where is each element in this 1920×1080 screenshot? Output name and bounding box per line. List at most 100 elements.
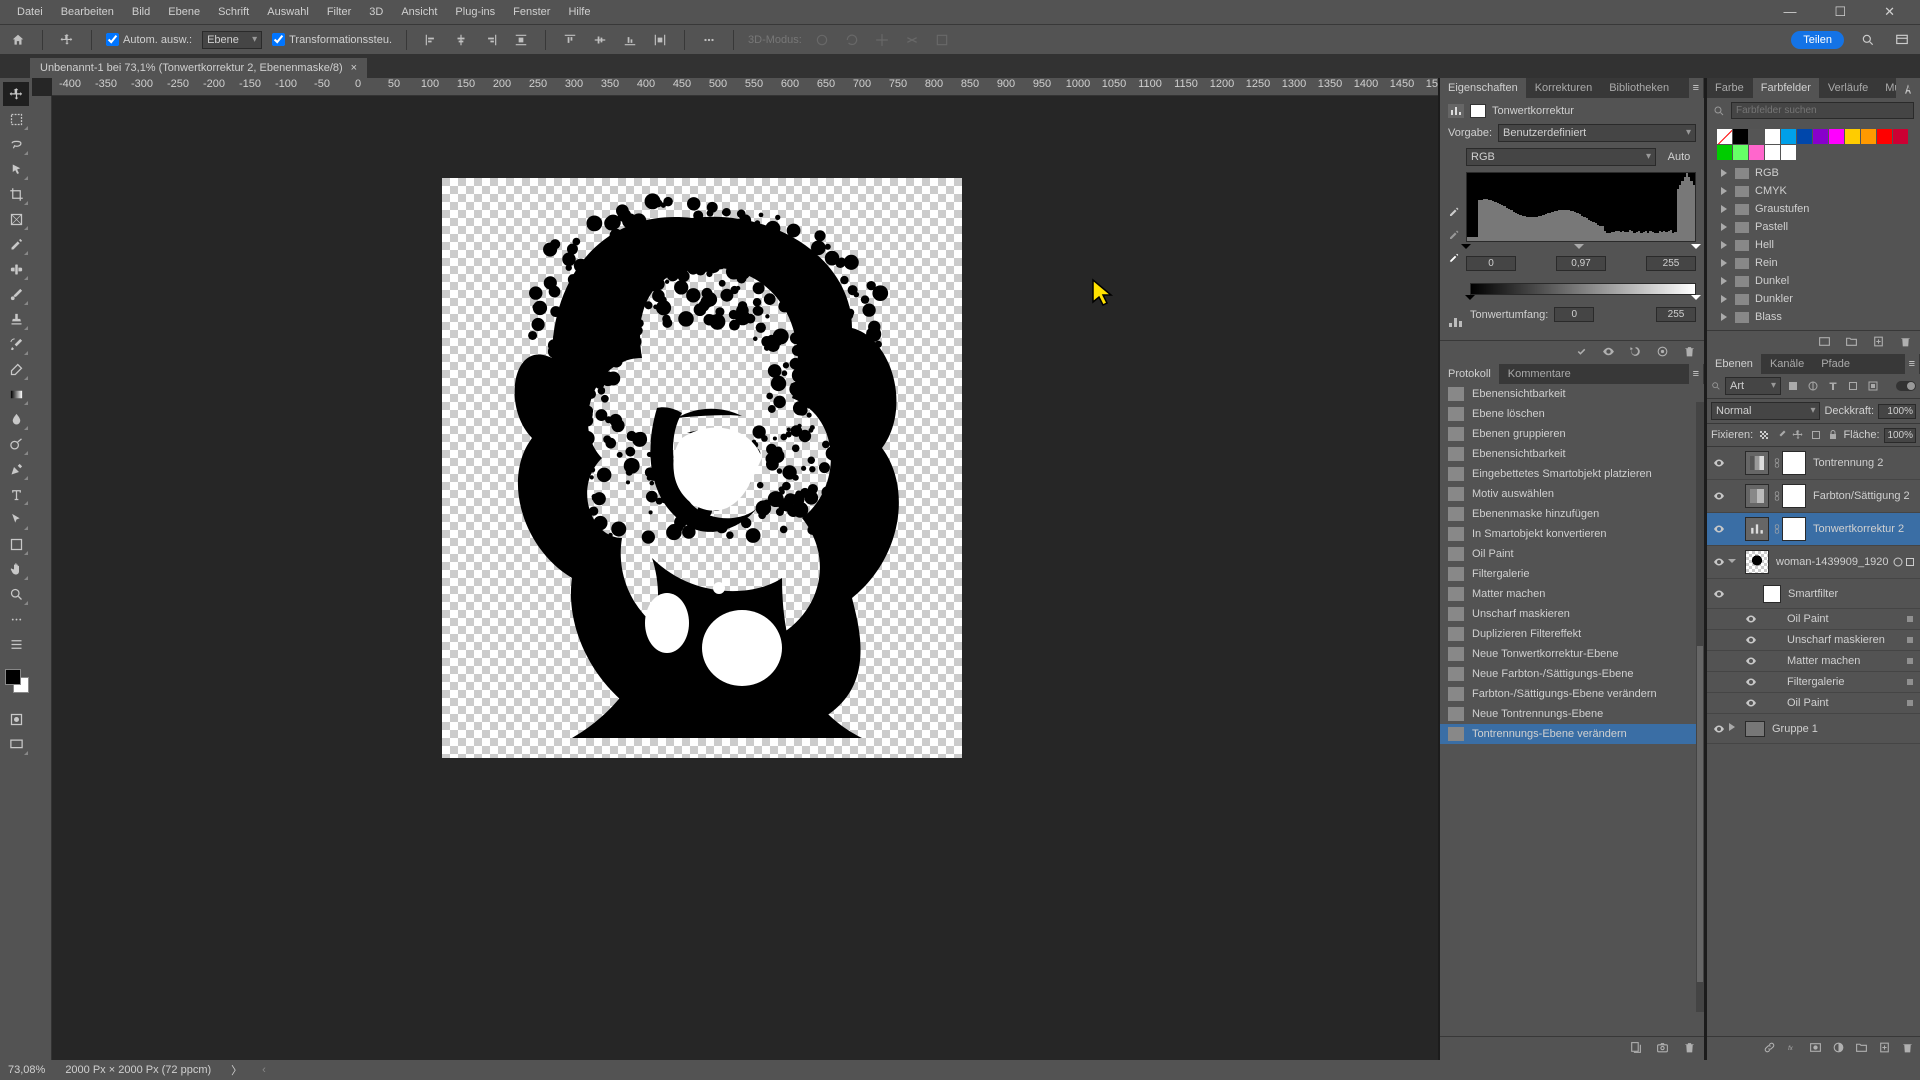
history-item[interactable]: In Smartobjekt konvertieren <box>1440 524 1704 544</box>
lock-transparency-icon[interactable] <box>1757 427 1770 443</box>
delete-state-icon[interactable] <box>1683 1041 1696 1057</box>
quick-select-tool[interactable] <box>3 157 29 181</box>
smartfilter-item[interactable]: Matter machen <box>1707 651 1920 672</box>
swatch[interactable] <box>1781 145 1796 160</box>
filter-adjustment-icon[interactable] <box>1805 378 1821 394</box>
history-item[interactable]: Neue Tonwertkorrektur-Ebene <box>1440 644 1704 664</box>
gradient-tool[interactable] <box>3 382 29 406</box>
tab-bibliotheken[interactable]: Bibliotheken <box>1601 78 1677 98</box>
reset-icon[interactable] <box>1629 345 1642 361</box>
layer-row[interactable]: Gruppe 1 <box>1707 714 1920 744</box>
blur-tool[interactable] <box>3 407 29 431</box>
heal-tool[interactable] <box>3 257 29 281</box>
output-black-slider[interactable] <box>1465 295 1475 305</box>
menu-plugins[interactable]: Plug-ins <box>446 6 504 18</box>
character-panel-icon[interactable] <box>1896 78 1920 100</box>
tab-korrekturen[interactable]: Korrekturen <box>1527 78 1600 98</box>
tab-kanaele[interactable]: Kanäle <box>1762 354 1812 374</box>
marquee-tool[interactable] <box>3 107 29 131</box>
clip-to-layer-icon[interactable] <box>1575 345 1588 361</box>
swatch[interactable] <box>1893 129 1908 144</box>
swatch-folder[interactable]: Hell <box>1713 236 1914 254</box>
tab-protokoll[interactable]: Protokoll <box>1440 364 1499 384</box>
layer-row[interactable]: woman-1439909_1920 <box>1707 546 1920 579</box>
history-brush-tool[interactable] <box>3 332 29 356</box>
workspace-icon[interactable] <box>1892 30 1912 50</box>
menu-filter[interactable]: Filter <box>318 6 360 18</box>
pen-tool[interactable] <box>3 457 29 481</box>
menu-3d[interactable]: 3D <box>360 6 392 18</box>
lock-pixels-icon[interactable] <box>1774 427 1787 443</box>
menu-bild[interactable]: Bild <box>123 6 159 18</box>
tab-farbfelder[interactable]: Farbfelder <box>1753 78 1819 98</box>
align-left-icon[interactable] <box>421 30 441 50</box>
swatch-search-input[interactable] <box>1731 102 1914 119</box>
swatch-folder[interactable]: Graustufen <box>1713 200 1914 218</box>
foreground-background-colors[interactable] <box>3 667 29 693</box>
hand-tool[interactable] <box>3 557 29 581</box>
new-swatch-group-icon[interactable] <box>1845 335 1858 351</box>
delete-adjustment-icon[interactable] <box>1683 345 1696 361</box>
swatch[interactable] <box>1749 145 1764 160</box>
tab-verlaeufe[interactable]: Verläufe <box>1820 78 1876 98</box>
output-sliders[interactable] <box>1470 297 1696 307</box>
mask-thumb-icon[interactable] <box>1470 104 1486 118</box>
link-layers-icon[interactable] <box>1763 1041 1776 1057</box>
menu-hilfe[interactable]: Hilfe <box>559 6 599 18</box>
auto-select-target[interactable]: Ebene <box>202 31 262 49</box>
eraser-tool[interactable] <box>3 357 29 381</box>
filter-pixel-icon[interactable] <box>1785 378 1801 394</box>
history-scrollbar[interactable] <box>1696 402 1704 1012</box>
lock-position-icon[interactable] <box>1792 427 1805 443</box>
new-layer-icon[interactable] <box>1878 1041 1891 1057</box>
smartfilter-item[interactable]: Oil Paint <box>1707 609 1920 630</box>
smartfilter-item[interactable]: Oil Paint <box>1707 693 1920 714</box>
history-item[interactable]: Ebenensichtbarkeit <box>1440 444 1704 464</box>
tab-pfade[interactable]: Pfade <box>1813 354 1858 374</box>
swatch-none[interactable] <box>1717 129 1732 144</box>
swatch-folder[interactable]: Dunkler <box>1713 290 1914 308</box>
shape-tool[interactable] <box>3 532 29 556</box>
history-item[interactable]: Neue Tontrennungs-Ebene <box>1440 704 1704 724</box>
move-tool-icon[interactable] <box>57 30 77 50</box>
history-item[interactable]: Filtergalerie <box>1440 564 1704 584</box>
history-item[interactable]: Matter machen <box>1440 584 1704 604</box>
document-tab[interactable]: Unbenannt-1 bei 73,1% (Tonwertkorrektur … <box>30 58 367 78</box>
menu-bearbeiten[interactable]: Bearbeiten <box>52 6 123 18</box>
move-tool[interactable] <box>3 82 29 106</box>
path-select-tool[interactable] <box>3 507 29 531</box>
filter-smart-icon[interactable] <box>1865 378 1881 394</box>
layer-row[interactable]: Farbton/Sättigung 2 <box>1707 480 1920 513</box>
adjustment-layer-icon[interactable] <box>1832 1041 1845 1057</box>
history-item[interactable]: Oil Paint <box>1440 544 1704 564</box>
more-align-icon[interactable] <box>699 30 719 50</box>
swatch-folder[interactable]: Blass <box>1713 308 1914 326</box>
history-item[interactable]: Ebene löschen <box>1440 404 1704 424</box>
crop-tool[interactable] <box>3 182 29 206</box>
swatch[interactable] <box>1765 129 1780 144</box>
new-document-from-state-icon[interactable] <box>1629 1041 1642 1057</box>
swatch[interactable] <box>1749 129 1764 144</box>
layer-list[interactable]: Tontrennung 2Farbton/Sättigung 2Tonwertk… <box>1707 447 1920 1036</box>
menu-fenster[interactable]: Fenster <box>504 6 559 18</box>
swatch-libraries-icon[interactable] <box>1818 335 1831 351</box>
swatch[interactable] <box>1717 145 1732 160</box>
filter-shape-icon[interactable] <box>1845 378 1861 394</box>
window-minimize-icon[interactable]: — <box>1774 4 1805 20</box>
input-sliders[interactable] <box>1466 246 1696 256</box>
share-button[interactable]: Teilen <box>1791 31 1844 49</box>
align-vcenter-icon[interactable] <box>590 30 610 50</box>
preset-select[interactable]: Benutzerdefiniert <box>1498 124 1696 142</box>
tab-ebenen[interactable]: Ebenen <box>1707 354 1761 374</box>
blend-mode-select[interactable]: Normal <box>1711 402 1820 420</box>
menu-schrift[interactable]: Schrift <box>209 6 258 18</box>
layer-filter-kind[interactable]: Art <box>1725 377 1781 395</box>
swatch-folder[interactable]: RGB <box>1713 164 1914 182</box>
fill-input[interactable]: 100% <box>1884 428 1917 443</box>
swatch[interactable] <box>1829 129 1844 144</box>
document-tab-close-icon[interactable]: × <box>351 62 357 74</box>
lock-artboard-icon[interactable] <box>1809 427 1822 443</box>
output-white-field[interactable]: 255 <box>1656 307 1696 322</box>
filter-type-icon[interactable] <box>1825 378 1841 394</box>
swatch-folder[interactable]: CMYK <box>1713 182 1914 200</box>
